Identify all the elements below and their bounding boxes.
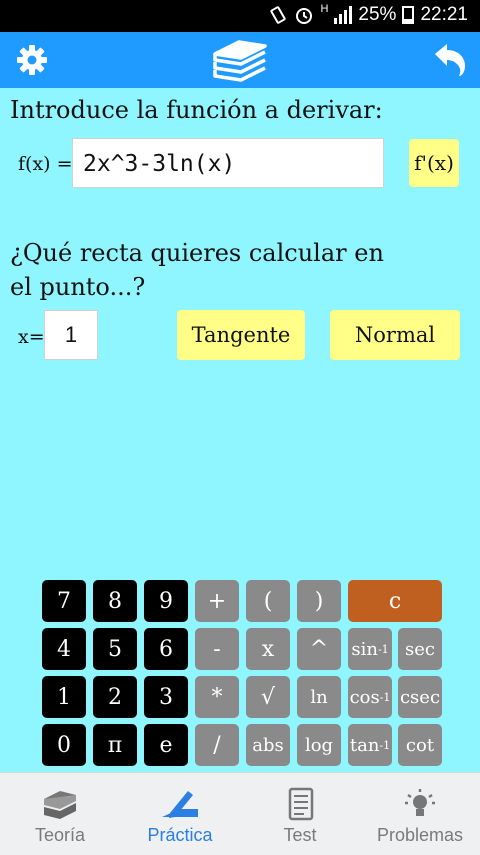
network-type: H bbox=[320, 3, 329, 15]
battery-icon bbox=[402, 6, 415, 24]
key-arctan-label: tan bbox=[349, 734, 380, 756]
key-arctan-sup: -1 bbox=[379, 738, 391, 752]
key-sec[interactable]: sec bbox=[398, 628, 442, 670]
back-button[interactable] bbox=[426, 32, 472, 88]
key-0[interactable]: 0 bbox=[42, 724, 86, 766]
battery-percent: 25% bbox=[358, 4, 397, 25]
pencil-ruler-icon bbox=[162, 791, 198, 818]
key-7[interactable]: 7 bbox=[42, 580, 86, 622]
function-input[interactable]: 2x^3-3ln(x) bbox=[72, 138, 384, 188]
signal-icon bbox=[334, 6, 353, 24]
status-bar: H 25% 22:21 bbox=[0, 0, 480, 32]
point-input[interactable]: 1 bbox=[44, 310, 98, 360]
point-label: x= bbox=[18, 326, 45, 348]
derive-button[interactable]: f'(x) bbox=[409, 139, 459, 187]
key-5[interactable]: 5 bbox=[93, 628, 137, 670]
key-arcsin-label: sin bbox=[351, 638, 378, 660]
function-prompt: Introduce la función a derivar: bbox=[10, 96, 383, 124]
nav-teoria-label: Teoría bbox=[34, 825, 86, 845]
key-sqrt[interactable]: √ bbox=[246, 676, 290, 718]
tangent-button[interactable]: Tangente bbox=[177, 310, 305, 360]
vibrate-icon bbox=[270, 6, 287, 24]
normal-button[interactable]: Normal bbox=[330, 310, 460, 360]
calculator-keypad: 7 8 9 + ( ) c 4 5 6 - x ^ sin -1 sec 1 2 … bbox=[42, 580, 442, 770]
key-1[interactable]: 1 bbox=[42, 676, 86, 718]
key-csec[interactable]: csec bbox=[398, 676, 442, 718]
key-multiply[interactable]: * bbox=[195, 676, 239, 718]
nav-test-label: Test bbox=[283, 825, 317, 845]
key-9[interactable]: 9 bbox=[144, 580, 188, 622]
clock: 22:21 bbox=[420, 4, 468, 25]
lightbulb-icon bbox=[405, 789, 435, 816]
key-close-paren[interactable]: ) bbox=[297, 580, 341, 622]
key-ln[interactable]: ln bbox=[297, 676, 341, 718]
nav-problemas-label: Problemas bbox=[376, 825, 464, 845]
function-label: f(x) = bbox=[18, 153, 73, 175]
key-arccos[interactable]: cos -1 bbox=[348, 676, 392, 718]
nav-problemas[interactable]: Problemas bbox=[360, 773, 480, 855]
key-arccos-label: cos bbox=[349, 686, 380, 708]
key-arcsin[interactable]: sin -1 bbox=[348, 628, 392, 670]
undo-arrow-icon bbox=[435, 44, 465, 76]
bottom-nav: Teoría Práctica Test Problemas bbox=[0, 772, 480, 855]
nav-practica[interactable]: Práctica bbox=[120, 773, 240, 855]
status-icons: H 25% 22:21 bbox=[268, 3, 468, 26]
books-icon bbox=[44, 791, 76, 819]
key-x[interactable]: x bbox=[246, 628, 290, 670]
key-4[interactable]: 4 bbox=[42, 628, 86, 670]
key-8[interactable]: 8 bbox=[93, 580, 137, 622]
key-divide[interactable]: / bbox=[195, 724, 239, 766]
key-clear[interactable]: c bbox=[348, 580, 442, 622]
key-power[interactable]: ^ bbox=[297, 628, 341, 670]
app-bar bbox=[0, 32, 480, 88]
books-icon bbox=[213, 40, 267, 82]
nav-teoria[interactable]: Teoría bbox=[0, 773, 120, 855]
key-e[interactable]: e bbox=[144, 724, 188, 766]
key-arccos-sup: -1 bbox=[379, 690, 391, 704]
key-pi[interactable]: π bbox=[93, 724, 137, 766]
gear-icon bbox=[17, 45, 47, 75]
nav-test[interactable]: Test bbox=[240, 773, 360, 855]
key-6[interactable]: 6 bbox=[144, 628, 188, 670]
key-open-paren[interactable]: ( bbox=[246, 580, 290, 622]
books-logo-button[interactable] bbox=[205, 32, 275, 88]
line-question: ¿Qué recta quieres calcular en el punto.… bbox=[10, 239, 384, 301]
nav-practica-label: Práctica bbox=[147, 825, 213, 845]
key-log[interactable]: log bbox=[297, 724, 341, 766]
checklist-icon bbox=[288, 787, 314, 821]
key-plus[interactable]: + bbox=[195, 580, 239, 622]
key-cot[interactable]: cot bbox=[398, 724, 442, 766]
settings-button[interactable] bbox=[10, 32, 54, 88]
key-3[interactable]: 3 bbox=[144, 676, 188, 718]
key-2[interactable]: 2 bbox=[93, 676, 137, 718]
alarm-icon bbox=[296, 8, 313, 24]
key-arcsin-sup: -1 bbox=[377, 642, 389, 656]
key-arctan[interactable]: tan -1 bbox=[348, 724, 392, 766]
key-abs[interactable]: abs bbox=[246, 724, 290, 766]
key-minus[interactable]: - bbox=[195, 628, 239, 670]
